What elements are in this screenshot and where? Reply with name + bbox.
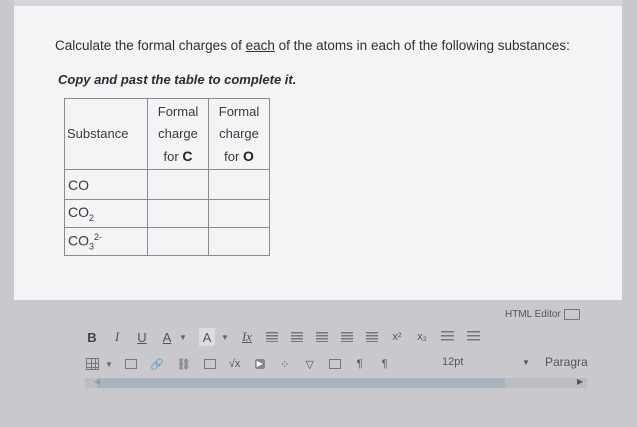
table-row: CO <box>64 169 270 200</box>
insert-table-button[interactable] <box>86 355 99 373</box>
link-button[interactable]: 🔗 <box>150 355 164 373</box>
emoji-icon: ⁘ <box>280 358 290 371</box>
highlight-color-button[interactable]: A <box>199 328 215 346</box>
table-row: CO2 <box>64 199 270 228</box>
cell-c-charge[interactable] <box>147 227 209 256</box>
toolbar-scrollbar[interactable] <box>85 378 587 388</box>
align-left-button[interactable] <box>266 328 278 346</box>
emoji-button[interactable]: ⁘ <box>279 355 291 373</box>
cell-c-charge[interactable] <box>147 169 209 200</box>
align-right-icon <box>316 332 328 342</box>
font-size-select[interactable]: 12pt <box>442 356 463 368</box>
substance-co2: CO2 <box>64 199 148 228</box>
scroll-left-icon[interactable]: ◀ <box>94 377 100 386</box>
cell-c-charge[interactable] <box>147 199 209 228</box>
italic-button[interactable]: I <box>111 328 123 346</box>
header-formal-charge-o: Formal charge for O <box>208 98 270 170</box>
image-icon <box>203 359 216 369</box>
formal-charge-table: Substance Formal charge for C Formal cha… <box>64 98 270 256</box>
justify-button[interactable] <box>341 328 353 346</box>
paragraph-format-select[interactable]: Paragra <box>545 355 588 369</box>
bullet-list-button[interactable] <box>441 328 454 346</box>
chevron-down-icon[interactable]: ▼ <box>219 328 231 346</box>
media-embed-icon <box>328 359 341 369</box>
expand-icon: ▽ <box>305 358 314 371</box>
table-icon <box>86 358 99 370</box>
scroll-right-icon[interactable]: ▶ <box>577 377 583 386</box>
rtl-button[interactable]: ¶ <box>379 355 391 373</box>
unlink-icon: ⛓ <box>176 358 191 371</box>
table-row: CO32- <box>64 227 270 256</box>
cell-o-charge[interactable] <box>208 169 270 200</box>
underline-button[interactable]: U <box>136 328 148 346</box>
editor-toolbar-row-2: ▼ 🔗 ⛓ √x ▶ ⁘ ▽ ¶ ¶ <box>86 354 404 374</box>
align-center-icon <box>291 332 303 342</box>
substance-co3: CO32- <box>64 227 148 256</box>
chevron-down-icon[interactable]: ▼ <box>522 358 530 367</box>
align-center-button[interactable] <box>291 328 303 346</box>
numbered-list-icon <box>467 331 480 343</box>
question-prompt: Calculate the formal charges of each of … <box>55 38 570 53</box>
subscript-button[interactable]: x₂ <box>416 328 428 346</box>
keyboard-icon[interactable] <box>563 309 580 320</box>
html-editor-link[interactable]: HTML Editor <box>505 309 580 320</box>
equation-button[interactable]: √x <box>229 355 241 373</box>
cell-o-charge[interactable] <box>208 227 270 256</box>
chevron-down-icon[interactable]: ▼ <box>103 355 115 373</box>
bullet-list-icon <box>441 331 454 343</box>
editor-toolbar-row-1: B I U A ▼ A ▼ Ix x² x₂ <box>86 327 493 347</box>
scrollbar-thumb[interactable] <box>97 378 505 388</box>
header-formal-charge-c: Formal charge for C <box>147 98 209 170</box>
unlink-button[interactable]: ⛓ <box>177 355 191 373</box>
numbered-list-button[interactable] <box>467 328 480 346</box>
indent-button[interactable] <box>366 328 378 346</box>
cell-o-charge[interactable] <box>208 199 270 228</box>
table-header-row: Substance Formal charge for C Formal cha… <box>64 98 270 170</box>
equation-icon: √x <box>228 358 241 370</box>
superscript-button[interactable]: x² <box>391 328 403 346</box>
chevron-down-icon[interactable]: ▼ <box>177 328 189 346</box>
header-substance: Substance <box>64 98 148 170</box>
insert-media-button[interactable] <box>125 355 137 373</box>
bold-button[interactable]: B <box>86 328 98 346</box>
instruction-text: Copy and past the table to complete it. <box>58 72 297 87</box>
link-icon: 🔗 <box>150 358 164 371</box>
align-left-icon <box>266 332 278 342</box>
ltr-button[interactable]: ¶ <box>354 355 366 373</box>
media-embed-button[interactable] <box>328 355 341 373</box>
youtube-button[interactable]: ▶ <box>254 355 266 373</box>
font-color-button[interactable]: A <box>161 328 173 346</box>
align-right-button[interactable] <box>316 328 328 346</box>
media-icon <box>125 359 137 369</box>
expand-button[interactable]: ▽ <box>304 355 316 373</box>
indent-icon <box>366 332 378 342</box>
emphasis-word: each <box>245 38 275 53</box>
clear-formatting-button[interactable]: Ix <box>241 328 253 346</box>
youtube-icon: ▶ <box>254 359 265 369</box>
insert-image-button[interactable] <box>203 355 216 373</box>
justify-icon <box>341 332 353 342</box>
substance-co: CO <box>64 169 148 200</box>
